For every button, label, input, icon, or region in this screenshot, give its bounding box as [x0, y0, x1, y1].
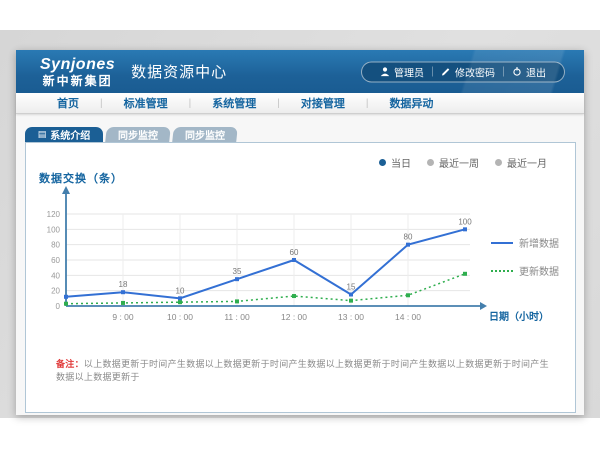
svg-text:100: 100 — [458, 217, 472, 226]
user-icon — [380, 67, 390, 77]
svg-text:40: 40 — [51, 271, 60, 280]
svg-text:10: 10 — [176, 286, 185, 295]
footnote-text: 以上数据更新于时间产生数据以上数据更新于时间产生数据以上数据更新于时间产生数据以… — [56, 359, 549, 382]
tab-system-intro[interactable]: ▤ 系统介绍 — [25, 127, 103, 142]
radio-label: 最近一周 — [439, 155, 479, 170]
logo: Synjones 新中新集团 — [40, 57, 115, 87]
chart-legend: 新增数据 更新数据 — [491, 235, 559, 278]
tab-sync-monitor-1[interactable]: 同步监控 — [105, 127, 171, 142]
svg-text:9 : 00: 9 : 00 — [112, 312, 134, 322]
tab-label: 系统介绍 — [50, 127, 90, 142]
user-button[interactable]: 管理员 — [372, 64, 432, 79]
change-password-button[interactable]: 修改密码 — [433, 64, 503, 79]
svg-text:20: 20 — [51, 287, 60, 296]
tab-sync-monitor-2[interactable]: 同步监控 — [172, 127, 238, 142]
footnote-label: 备注： — [56, 359, 84, 369]
tab-label: 同步监控 — [118, 127, 158, 142]
svg-text:14 : 00: 14 : 00 — [395, 312, 421, 322]
radio-last-week[interactable]: 最近一周 — [427, 155, 479, 170]
user-menu: 管理员 修改密码 退出 — [361, 61, 565, 82]
legend-item-updated-data: 更新数据 — [491, 263, 559, 278]
logo-company-name: 新中新集团 — [40, 75, 115, 87]
radio-today[interactable]: 当日 — [379, 155, 411, 170]
chart-panel: 当日 最近一周 最近一月 数据交换（条） 0204060801001209 : … — [25, 142, 576, 413]
dotted-line-icon — [491, 270, 513, 272]
radio-label: 当日 — [391, 155, 411, 170]
nav-item-integration[interactable]: 对接管理 — [280, 95, 366, 111]
page-title: 数据资源中心 — [131, 61, 227, 82]
nav-item-home[interactable]: 首页 — [36, 95, 100, 111]
legend-item-new-data: 新增数据 — [491, 235, 559, 250]
radio-last-month[interactable]: 最近一月 — [495, 155, 547, 170]
radio-label: 最近一月 — [507, 155, 547, 170]
svg-text:60: 60 — [290, 248, 299, 257]
svg-text:10 : 00: 10 : 00 — [167, 312, 193, 322]
svg-text:120: 120 — [47, 210, 61, 219]
main-nav: 首页 | 标准管理 | 系统管理 | 对接管理 | 数据异动 — [16, 93, 584, 114]
logout-button[interactable]: 退出 — [504, 64, 554, 79]
solid-line-icon — [491, 242, 513, 244]
nav-item-system[interactable]: 系统管理 — [191, 95, 277, 111]
logout-label: 退出 — [526, 64, 546, 79]
svg-text:15: 15 — [347, 283, 356, 292]
time-range-filter: 当日 最近一周 最近一月 — [379, 155, 547, 170]
svg-text:12 : 00: 12 : 00 — [281, 312, 307, 322]
nav-item-data-changes[interactable]: 数据异动 — [368, 95, 454, 111]
tab-bar: ▤ 系统介绍 同步监控 同步监控 — [25, 127, 584, 142]
svg-text:80: 80 — [51, 241, 60, 250]
app-window: Synjones 新中新集团 数据资源中心 管理员 修改密码 退出 首页 | 标… — [16, 50, 584, 415]
app-header: Synjones 新中新集团 数据资源中心 管理员 修改密码 退出 — [16, 50, 584, 93]
document-icon: ▤ — [38, 130, 47, 139]
svg-text:11 : 00: 11 : 00 — [224, 312, 250, 322]
svg-text:100: 100 — [47, 225, 61, 234]
svg-text:80: 80 — [404, 233, 413, 242]
svg-text:日期（小时）: 日期（小时） — [489, 310, 549, 323]
logo-wordmark: Synjones — [40, 57, 115, 73]
svg-text:35: 35 — [233, 267, 242, 276]
svg-text:13 : 00: 13 : 00 — [338, 312, 364, 322]
svg-text:0: 0 — [56, 302, 61, 311]
power-icon — [512, 67, 522, 77]
radio-unselected-icon — [495, 159, 502, 166]
user-label: 管理员 — [394, 64, 424, 79]
svg-text:60: 60 — [51, 256, 60, 265]
radio-unselected-icon — [427, 159, 434, 166]
legend-label: 新增数据 — [519, 235, 559, 250]
nav-item-standards[interactable]: 标准管理 — [103, 95, 189, 111]
tab-label: 同步监控 — [185, 127, 225, 142]
radio-selected-icon — [379, 159, 386, 166]
svg-text:18: 18 — [119, 280, 128, 289]
footnote: 备注：以上数据更新于时间产生数据以上数据更新于时间产生数据以上数据更新于时间产生… — [56, 357, 551, 383]
legend-label: 更新数据 — [519, 263, 559, 278]
change-password-label: 修改密码 — [455, 64, 495, 79]
edit-icon — [441, 67, 451, 77]
